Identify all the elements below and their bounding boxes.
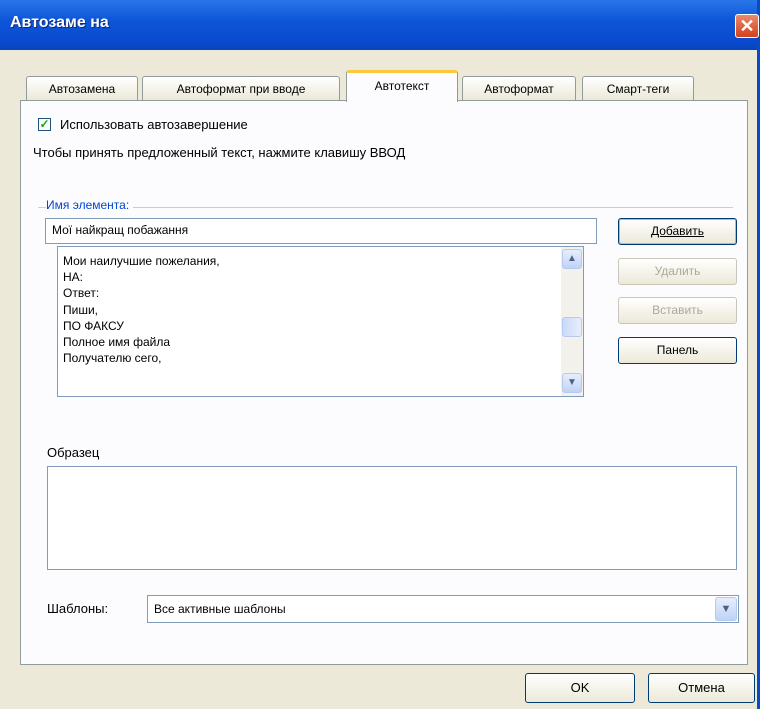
templates-value: Все активные шаблоны xyxy=(154,602,286,616)
autotext-list[interactable]: Мои наилучшие пожелания, НА: Ответ: Пиши… xyxy=(57,246,584,397)
chevron-down-icon[interactable]: ▼ xyxy=(715,597,737,621)
autocorrect-dialog: Автозаме на ✕ Автозамена Автоформат при … xyxy=(0,0,760,709)
autocomplete-hint: Чтобы принять предложенный текст, нажмит… xyxy=(33,145,406,160)
list-item[interactable]: Мои наилучшие пожелания, xyxy=(63,253,220,269)
ok-button[interactable]: OK xyxy=(525,673,635,703)
autocomplete-checkbox[interactable]: ✓ xyxy=(38,118,51,131)
templates-label: Шаблоны: xyxy=(47,601,109,616)
list-item[interactable]: ПО ФАКСУ xyxy=(63,318,124,334)
arrow-up-icon[interactable]: ▲ xyxy=(562,249,582,269)
autocomplete-label: Использовать автозавершение xyxy=(60,117,248,132)
element-name-label: Имя элемента: xyxy=(46,198,134,212)
add-button-label: Добавить xyxy=(650,224,705,238)
toolbar-button[interactable]: Панель xyxy=(618,337,737,364)
cancel-button[interactable]: Отмена xyxy=(648,673,755,703)
delete-button[interactable]: Удалить xyxy=(618,258,737,285)
check-icon: ✓ xyxy=(39,117,50,131)
tab-autoformat[interactable]: Автоформат xyxy=(462,76,576,100)
list-item[interactable]: Полное имя файла xyxy=(63,334,170,350)
list-item[interactable]: Ответ: xyxy=(63,285,99,301)
element-name-input[interactable]: Мої найкращ побажання xyxy=(45,218,597,244)
scroll-thumb[interactable] xyxy=(562,317,582,337)
group-divider xyxy=(38,207,733,208)
list-scrollbar[interactable]: ▲ ▼ xyxy=(561,247,583,396)
insert-button[interactable]: Вставить xyxy=(618,297,737,324)
list-item[interactable]: Получателю сего, xyxy=(63,350,161,366)
tab-smart-tags[interactable]: Смарт-теги xyxy=(582,76,694,100)
arrow-down-icon[interactable]: ▼ xyxy=(562,373,582,393)
tab-autotext[interactable]: Автотекст xyxy=(346,70,458,102)
sample-preview xyxy=(47,466,737,570)
list-item[interactable]: Пиши, xyxy=(63,302,98,318)
tab-autocorrect[interactable]: Автозамена xyxy=(26,76,138,100)
templates-select[interactable]: Все активные шаблоны ▼ xyxy=(147,595,739,623)
tab-autoformat-as-you-type[interactable]: Автоформат при вводе xyxy=(142,76,340,100)
add-button[interactable]: Добавить xyxy=(618,218,737,245)
sample-label: Образец xyxy=(47,445,100,460)
list-item[interactable]: НА: xyxy=(63,269,83,285)
title-bar[interactable]: Автозаме на ✕ xyxy=(0,0,759,50)
window-title: Автозаме на xyxy=(10,14,109,31)
close-icon[interactable]: ✕ xyxy=(735,14,759,38)
